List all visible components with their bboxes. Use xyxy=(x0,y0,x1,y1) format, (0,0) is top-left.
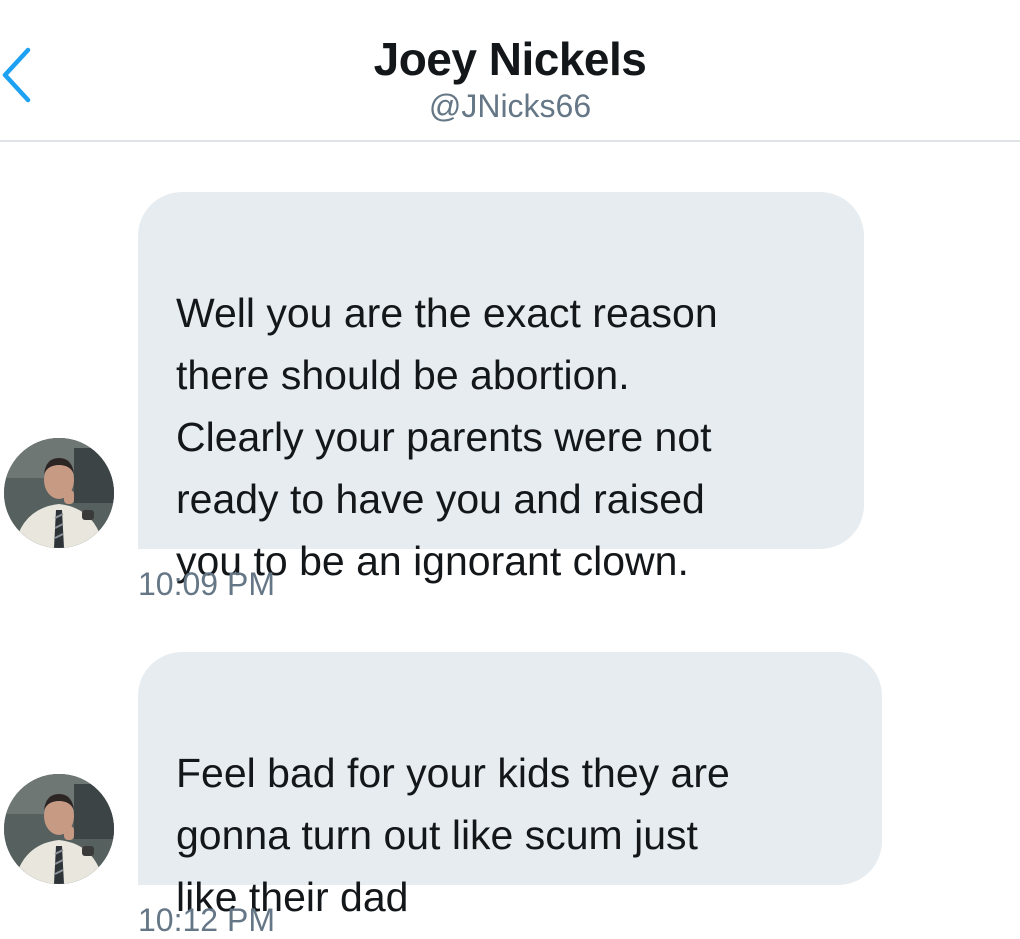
avatar[interactable] xyxy=(4,438,114,548)
message-timestamp: 10:09 PM xyxy=(138,566,275,602)
message-bubble[interactable]: Well you are the exact reason there shou… xyxy=(138,192,864,584)
message-bubble[interactable]: Feel bad for your kids they are gonna tu… xyxy=(138,652,882,920)
message-timestamp: 10:12 PM xyxy=(138,902,275,938)
avatar[interactable] xyxy=(4,774,114,884)
avatar-photo xyxy=(4,774,114,884)
message-text: Feel bad for your kids they are gonna tu… xyxy=(176,750,730,920)
conversation-handle[interactable]: @JNicks66 xyxy=(0,88,1020,125)
conversation-title[interactable]: Joey Nickels xyxy=(0,32,1020,86)
message-text: Well you are the exact reason there shou… xyxy=(176,290,718,584)
conversation-header: Joey Nickels @JNicks66 xyxy=(0,0,1020,142)
avatar-photo xyxy=(4,438,114,548)
message-thread: Well you are the exact reason there shou… xyxy=(0,142,1020,938)
